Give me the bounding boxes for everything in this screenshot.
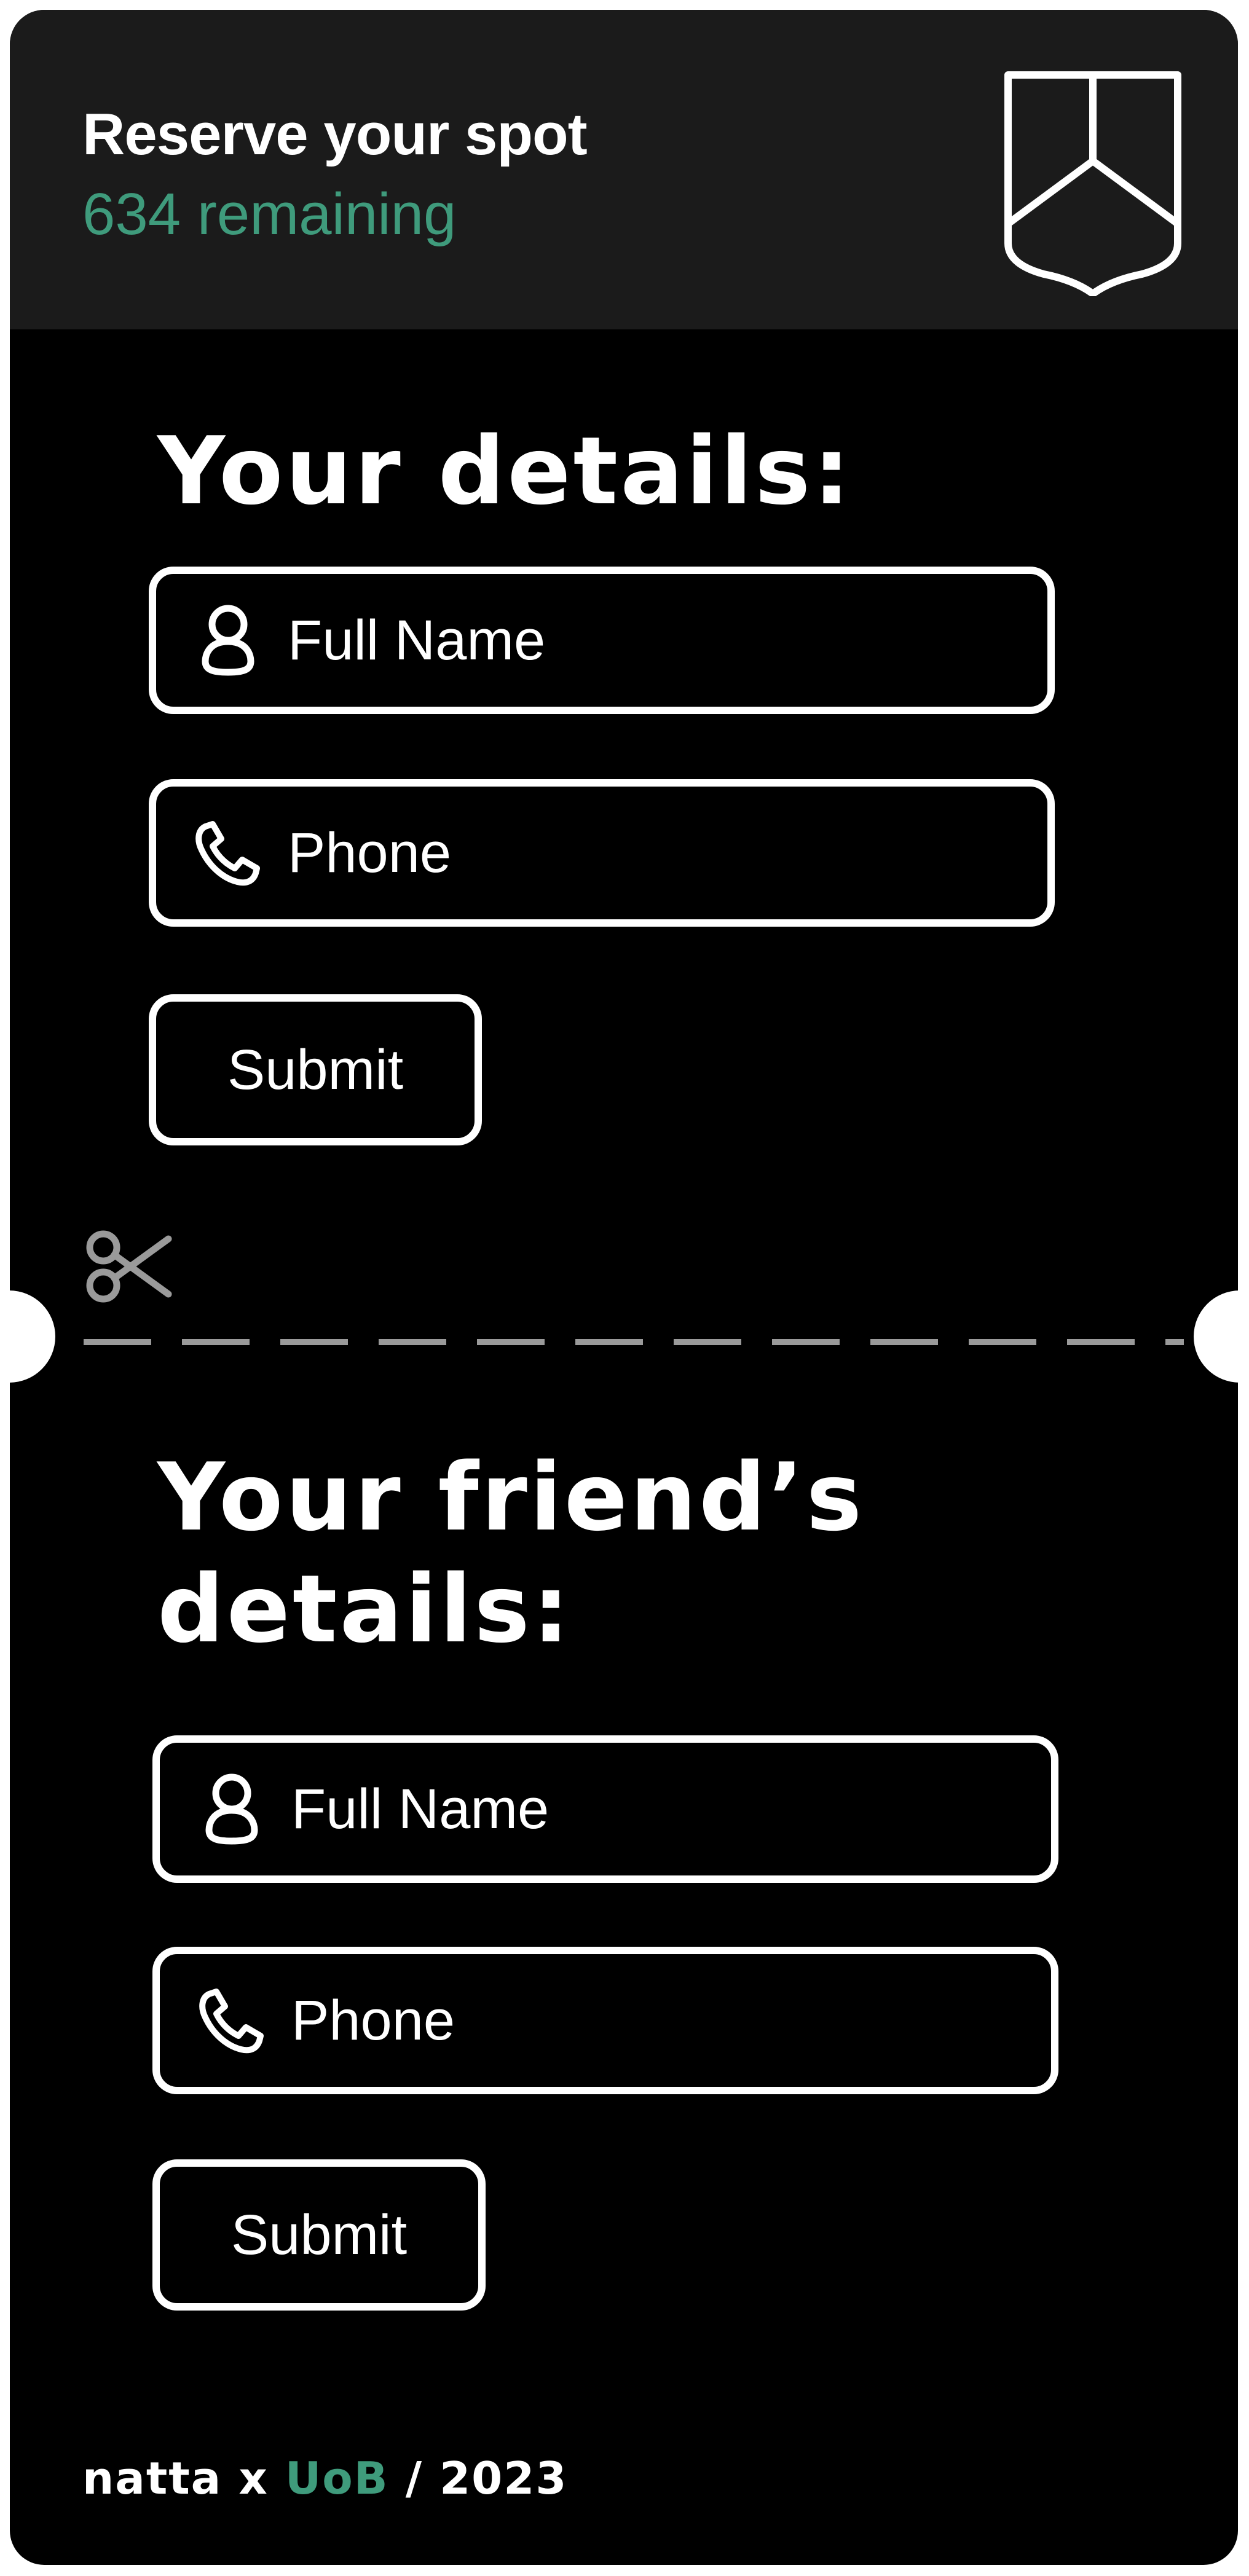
header-title: Reserve your spot [82,101,588,167]
tear-divider [84,1339,1184,1345]
shield-crest-icon [1004,71,1181,296]
remaining-count: 634 remaining [82,181,457,247]
friend-details-title-line1: Your friend’s [157,1443,865,1552]
submit-button[interactable]: Submit [149,994,482,1145]
friend-phone-placeholder: Phone [291,1989,455,2052]
friend-phone-input[interactable]: Phone [152,1947,1058,2094]
person-icon [198,1769,266,1849]
footer-year: / 2023 [388,2452,568,2504]
your-details-title: Your details: [157,417,853,525]
full-name-input[interactable]: Full Name [149,567,1055,714]
friend-full-name-placeholder: Full Name [291,1777,550,1840]
phone-placeholder: Phone [288,821,452,884]
footer-brand: natta x [82,2452,285,2504]
scissors-icon [86,1230,172,1303]
phone-icon [198,1981,266,2060]
footer: natta x UoB / 2023 [82,2452,567,2504]
friend-full-name-input[interactable]: Full Name [152,1735,1058,1883]
reservation-card: Reserve your spot 634 remaining Your det… [10,10,1238,2565]
friend-details-title-line2: details: [157,1555,572,1663]
full-name-placeholder: Full Name [288,608,546,672]
friend-submit-button[interactable]: Submit [152,2159,486,2311]
phone-input[interactable]: Phone [149,779,1055,927]
footer-partner: UoB [285,2452,389,2504]
header: Reserve your spot 634 remaining [10,10,1238,329]
person-icon [194,600,262,680]
phone-icon [194,813,262,893]
